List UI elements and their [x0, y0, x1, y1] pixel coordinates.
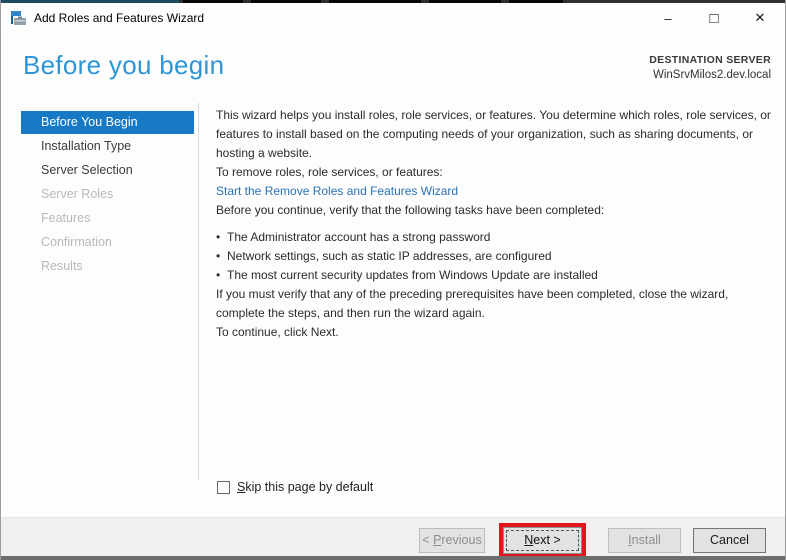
skip-page-option: Skip this page by default [217, 480, 373, 494]
minimize-button[interactable]: – [645, 3, 691, 33]
destination-server-label: DESTINATION SERVER [649, 54, 771, 66]
bullet-icon: • [216, 249, 221, 263]
sidebar-item-installation-type[interactable]: Installation Type [21, 134, 194, 158]
destination-server-name: WinSrvMilos2.dev.local [652, 69, 771, 81]
list-item-text: Network settings, such as static IP addr… [227, 249, 552, 263]
window-title: Add Roles and Features Wizard [34, 11, 205, 25]
previous-button: < Previous [419, 528, 485, 553]
sidebar-item-results: Results [41, 259, 83, 273]
intro-paragraph: This wizard helps you install roles, rol… [216, 108, 771, 160]
title-bar: Add Roles and Features Wizard – □ ✕ [1, 3, 785, 33]
install-button: Install [608, 528, 681, 553]
maximize-button[interactable]: □ [691, 3, 737, 33]
sidebar-item-before-you-begin[interactable]: Before You Begin [21, 111, 194, 134]
destination-server-block: DESTINATION SERVER WinSrvMilos2.dev.loca… [649, 53, 771, 83]
continue-line: To continue, click Next. [216, 325, 339, 339]
window-controls: – □ ✕ [645, 3, 783, 33]
wizard-app-icon [11, 11, 26, 25]
prerequisite-list: • The Administrator account has a strong… [216, 228, 773, 285]
skip-page-label[interactable]: Skip this page by default [237, 480, 373, 494]
wizard-steps-nav: Before You Begin Installation Type Serve… [21, 111, 194, 278]
page-content: This wizard helps you install roles, rol… [216, 106, 773, 342]
list-item: • The Administrator account has a strong… [216, 228, 773, 247]
sidebar-item-server-selection[interactable]: Server Selection [21, 158, 194, 182]
skip-page-checkbox[interactable] [217, 480, 230, 494]
sidebar-separator [198, 103, 199, 480]
bullet-icon: • [216, 230, 221, 244]
sidebar-item-confirmation: Confirmation [41, 235, 112, 249]
window-bottom-border [1, 556, 785, 560]
list-item-text: The Administrator account has a strong p… [227, 230, 491, 244]
prereq-paragraph: If you must verify that any of the prece… [216, 287, 729, 320]
bullet-icon: • [216, 268, 221, 282]
sidebar-item-server-roles: Server Roles [41, 187, 114, 201]
list-item: • Network settings, such as static IP ad… [216, 247, 773, 266]
page-title: Before you begin [23, 50, 225, 80]
wizard-window: Add Roles and Features Wizard – □ ✕ Befo… [0, 0, 786, 560]
list-item: • The most current security updates from… [216, 266, 773, 285]
cancel-button[interactable]: Cancel [693, 528, 766, 553]
remove-wizard-link[interactable]: Start the Remove Roles and Features Wiza… [216, 182, 773, 201]
list-item-text: The most current security updates from W… [227, 268, 598, 282]
sidebar-item-features: Features [41, 211, 91, 225]
verify-line: Before you continue, verify that the fol… [216, 203, 605, 217]
remove-line: To remove roles, role services, or featu… [216, 165, 443, 179]
next-button[interactable]: Next > [503, 527, 582, 554]
close-button[interactable]: ✕ [737, 3, 783, 33]
highlight-annotation: Next > [499, 523, 586, 558]
